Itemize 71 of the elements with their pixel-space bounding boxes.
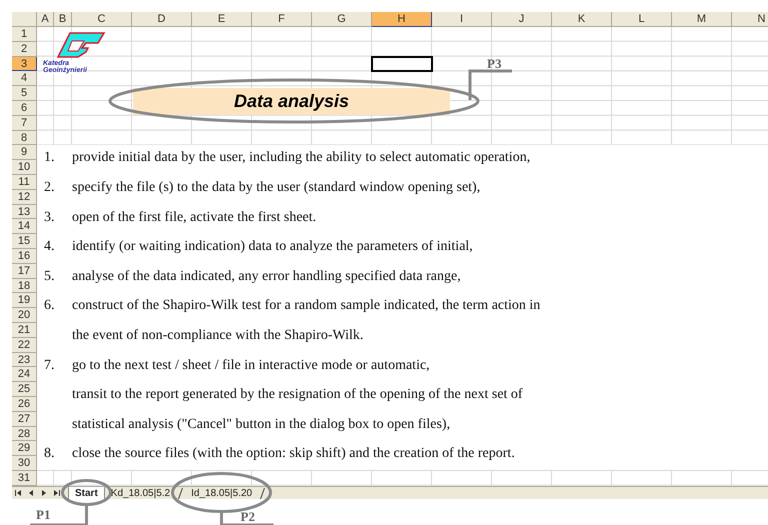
row-header[interactable]: 14 — [12, 219, 37, 234]
step-number: 8. — [44, 445, 54, 464]
step-number: 2. — [44, 179, 54, 197]
column-header[interactable]: I — [432, 12, 492, 27]
row-header[interactable]: 28 — [12, 426, 37, 442]
row-header[interactable]: 19 — [12, 293, 37, 308]
row-header[interactable]: 21 — [12, 322, 37, 338]
row-header[interactable]: 31 — [12, 470, 37, 486]
step-text: go to the next test / sheet / file in interactive mode or automatic, — [72, 356, 430, 375]
step-number: 6. — [44, 297, 54, 316]
row-header[interactable]: 5 — [12, 86, 37, 101]
row-header[interactable]: 11 — [12, 174, 37, 190]
step-text: open of the first file, activate the first sheet. — [72, 208, 316, 227]
sheet-tab[interactable]: Kd_18.05|5.2 — [104, 486, 176, 500]
column-header[interactable]: J — [492, 12, 552, 27]
step-number: 1. — [44, 149, 54, 168]
column-header[interactable]: C — [72, 12, 132, 27]
step-text: statistical analysis ("Cancel" button in the dialog box to open files), — [72, 416, 450, 434]
step-number: 7. — [44, 356, 54, 375]
row-header[interactable]: 1 — [12, 27, 37, 42]
row-header[interactable]: 7 — [12, 116, 37, 131]
step-text: specify the file (s) to the data by the user (standard window opening set), — [72, 179, 480, 197]
row-header[interactable]: 10 — [12, 160, 37, 175]
step-number: 3. — [44, 208, 54, 227]
step-text: the event of non-compliance with the Shapiro-Wilk. — [72, 327, 364, 345]
row-header[interactable]: 24 — [12, 367, 37, 382]
row-header[interactable]: 27 — [12, 412, 37, 427]
step-number: 4. — [44, 238, 54, 256]
row-header[interactable]: 8 — [12, 130, 37, 146]
step-text: provide initial data by the user, including the ability to select automatic operation, — [72, 149, 530, 168]
column-header[interactable]: E — [192, 12, 252, 27]
row-header[interactable]: 3 — [12, 56, 37, 72]
step-text: close the source files (with the option: skip shift) and the creation of the report. — [72, 445, 515, 464]
step-text: analyse of the data indicated, any error handling specified data range, — [72, 268, 461, 286]
row-header[interactable]: 13 — [12, 204, 37, 220]
callout-label: P3 — [487, 57, 502, 70]
row-header[interactable]: 12 — [12, 190, 37, 205]
row-header[interactable]: 26 — [12, 396, 37, 412]
row-header[interactable]: 2 — [12, 42, 37, 57]
step-text: construct of the Shapiro-Wilk test for a random sample indicated, the term action in — [72, 297, 540, 316]
column-header[interactable]: A — [37, 12, 54, 27]
row-header[interactable]: 29 — [12, 441, 37, 456]
column-header[interactable]: N — [732, 12, 768, 27]
row-header[interactable]: 25 — [12, 382, 37, 397]
row-header[interactable]: 16 — [12, 248, 37, 264]
title-banner: Data analysis — [133, 88, 450, 115]
column-header[interactable]: G — [312, 12, 372, 27]
column-header[interactable]: B — [54, 12, 72, 27]
row-header[interactable]: 18 — [12, 278, 37, 294]
column-header[interactable]: D — [132, 12, 192, 27]
column-header[interactable]: M — [672, 12, 732, 27]
step-number: 5. — [44, 268, 54, 286]
row-header[interactable]: 22 — [12, 338, 37, 353]
row-header[interactable]: 30 — [12, 456, 37, 471]
row-header[interactable]: 20 — [12, 308, 37, 323]
column-header[interactable]: F — [252, 12, 312, 27]
step-text: transit to the report generated by the resignation of the opening of the next set of — [72, 386, 523, 404]
row-header[interactable]: 4 — [12, 71, 37, 86]
column-header[interactable]: K — [552, 12, 612, 27]
column-header[interactable]: L — [612, 12, 672, 27]
sheet-tab[interactable]: Start — [68, 486, 105, 500]
callout-label: P1 — [36, 508, 50, 521]
row-header[interactable]: 6 — [12, 100, 37, 116]
step-text: identify (or waiting indication) data to analyze the parameters of initial, — [72, 238, 473, 256]
column-header[interactable]: H — [372, 12, 432, 27]
row-header[interactable]: 17 — [12, 264, 37, 279]
callout-label: P2 — [240, 510, 255, 523]
row-header[interactable]: 9 — [12, 145, 37, 160]
row-header[interactable]: 23 — [12, 352, 37, 368]
sheet-tab[interactable]: Id_18.05|5.20 — [185, 486, 258, 500]
row-header[interactable]: 15 — [12, 234, 37, 249]
